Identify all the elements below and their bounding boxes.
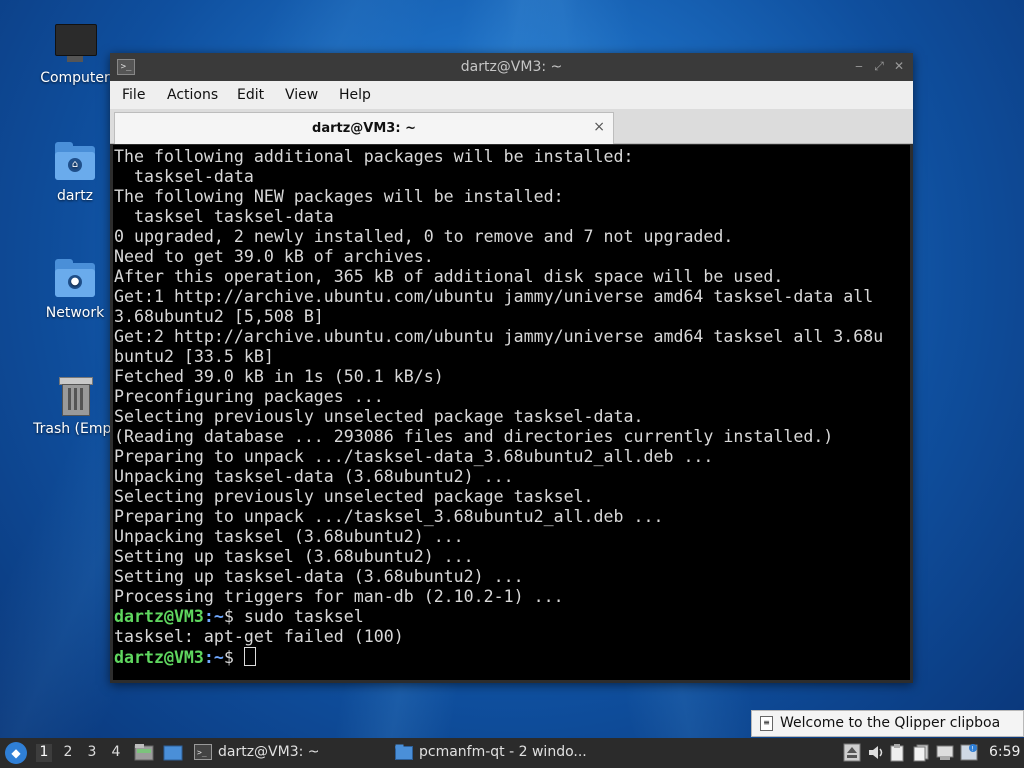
terminal-line: (Reading database ... 293086 files and d… (114, 427, 834, 446)
menu-file[interactable]: File (122, 87, 145, 103)
terminal-line: buntu2 [33.5 kB] (114, 347, 274, 366)
terminal-line: tasksel tasksel-data (114, 207, 334, 226)
terminal-cursor (243, 647, 256, 666)
terminal-line: 0 upgraded, 2 newly installed, 0 to remo… (114, 227, 734, 246)
svg-text:>_: >_ (197, 748, 207, 757)
terminal-command: sudo tasksel (233, 607, 364, 626)
scroll-up-icon[interactable] (843, 743, 861, 762)
volume-icon[interactable] (867, 743, 885, 762)
workspace-4[interactable]: 4 (108, 744, 124, 762)
terminal-tab[interactable]: dartz@VM3: ~ × (114, 112, 614, 144)
window-title: dartz@VM3: ~ (460, 59, 563, 75)
close-icon[interactable]: ✕ (892, 59, 906, 73)
clock[interactable]: 6:59 (989, 744, 1020, 760)
terminal-line: Preparing to unpack .../tasksel_3.68ubun… (114, 507, 664, 526)
computer-icon (53, 22, 97, 66)
taskbar: ◆ 1 2 3 4 >_ dartz@VM3: ~ pcmanfm-qt - 2… (0, 738, 1024, 768)
tab-title: dartz@VM3: ~ (312, 121, 416, 136)
folder-icon (395, 744, 413, 760)
terminal-line: Selecting previously unselected package … (114, 407, 644, 426)
clipboard-notification[interactable]: ≡ Welcome to the Qlipper clipboa (751, 710, 1024, 737)
task-label: pcmanfm-qt - 2 windo... (419, 744, 587, 760)
terminal-line: Fetched 39.0 kB in 1s (50.1 kB/s) (114, 367, 444, 386)
files-icon[interactable] (912, 743, 930, 762)
desktop-icon-computer[interactable]: Computer (27, 22, 123, 86)
terminal-prompt-line: dartz@VM3:~$ sudo tasksel (114, 607, 364, 626)
desktop-icon-home[interactable]: ⌂ dartz (27, 140, 123, 204)
prompt-symbol: $ (223, 607, 234, 626)
task-terminal[interactable]: >_ dartz@VM3: ~ (194, 741, 384, 765)
network-folder-icon: ● (53, 257, 97, 301)
svg-text:!: ! (972, 746, 974, 753)
terminal-line: 3.68ubuntu2 [5,508 B] (114, 307, 324, 326)
desktop-icon-label: Network (45, 305, 105, 321)
terminal-line: Need to get 39.0 kB of archives. (114, 247, 434, 266)
desktop-icon-label: Trash (Empt (33, 421, 117, 437)
terminal-line: Preparing to unpack .../tasksel-data_3.6… (114, 447, 714, 466)
terminal-line: After this operation, 365 kB of addition… (114, 267, 784, 286)
terminal-error-line: tasksel: apt-get failed (100) (114, 627, 404, 646)
menu-view[interactable]: View (285, 87, 318, 103)
menu-help[interactable]: Help (339, 87, 371, 103)
terminal-line: Setting up tasksel (3.68ubuntu2) ... (114, 547, 474, 566)
start-menu-icon[interactable]: ◆ (5, 742, 27, 764)
clipboard-tray-icon[interactable] (888, 743, 906, 762)
window-titlebar[interactable]: >_ dartz@VM3: ~ ‒ ⤢ ✕ (110, 53, 913, 81)
workspace-1[interactable]: 1 (36, 744, 52, 762)
workspace-2[interactable]: 2 (60, 744, 76, 762)
menu-bar: File Actions Edit View Help (110, 81, 913, 109)
terminal-line: tasksel-data (114, 167, 254, 186)
show-desktop-icon[interactable] (163, 743, 183, 762)
terminal-window: >_ dartz@VM3: ~ ‒ ⤢ ✕ File Actions Edit … (110, 53, 913, 683)
task-pcmanfm[interactable]: pcmanfm-qt - 2 windo... (395, 741, 595, 765)
prompt-user: dartz@VM3 (114, 607, 204, 626)
terminal-line: Setting up tasksel-data (3.68ubuntu2) ..… (114, 567, 524, 586)
trash-icon (53, 373, 97, 417)
desktop-icon-label: dartz (56, 188, 94, 204)
desktop-icon-trash[interactable]: Trash (Empt (27, 373, 123, 437)
network-tray-icon[interactable] (936, 743, 954, 762)
clipboard-icon: ≡ (760, 716, 773, 731)
terminal-icon: >_ (194, 744, 212, 760)
prompt-path: :~ (203, 607, 224, 626)
terminal-line: The following additional packages will b… (114, 147, 634, 166)
workspace-3[interactable]: 3 (84, 744, 100, 762)
desktop-icon-network[interactable]: ● Network (27, 257, 123, 321)
terminal-line: Unpacking tasksel (3.68ubuntu2) ... (114, 527, 464, 546)
terminal-text: The following additional packages will b… (113, 145, 910, 668)
prompt-path: :~ (203, 648, 224, 667)
terminal-prompt-line: dartz@VM3:~$ (114, 647, 256, 667)
terminal-line: Preconfiguring packages ... (114, 387, 384, 406)
notification-text: Welcome to the Qlipper clipboa (780, 715, 1001, 731)
menu-edit[interactable]: Edit (237, 87, 264, 103)
file-manager-icon[interactable] (134, 743, 154, 762)
task-label: dartz@VM3: ~ (218, 744, 320, 760)
tab-bar: dartz@VM3: ~ × (110, 109, 913, 144)
update-notifier-icon[interactable]: ! (960, 743, 978, 762)
terminal-line: Unpacking tasksel-data (3.68ubuntu2) ... (114, 467, 514, 486)
menu-actions[interactable]: Actions (167, 87, 218, 103)
maximize-icon[interactable]: ⤢ (872, 59, 886, 73)
desktop-icon-label: Computer (40, 70, 110, 86)
terminal-output[interactable]: The following additional packages will b… (113, 145, 910, 680)
tab-close-icon[interactable]: × (593, 119, 605, 135)
terminal-line: Get:1 http://archive.ubuntu.com/ubuntu j… (114, 287, 874, 306)
home-folder-icon: ⌂ (53, 140, 97, 184)
minimize-icon[interactable]: ‒ (852, 59, 866, 73)
terminal-line: Selecting previously unselected package … (114, 487, 594, 506)
terminal-line: Get:2 http://archive.ubuntu.com/ubuntu j… (114, 327, 884, 346)
terminal-line: Processing triggers for man-db (2.10.2-1… (114, 587, 564, 606)
prompt-symbol: $ (223, 648, 234, 667)
prompt-user: dartz@VM3 (114, 648, 204, 667)
terminal-line: The following NEW packages will be insta… (114, 187, 564, 206)
